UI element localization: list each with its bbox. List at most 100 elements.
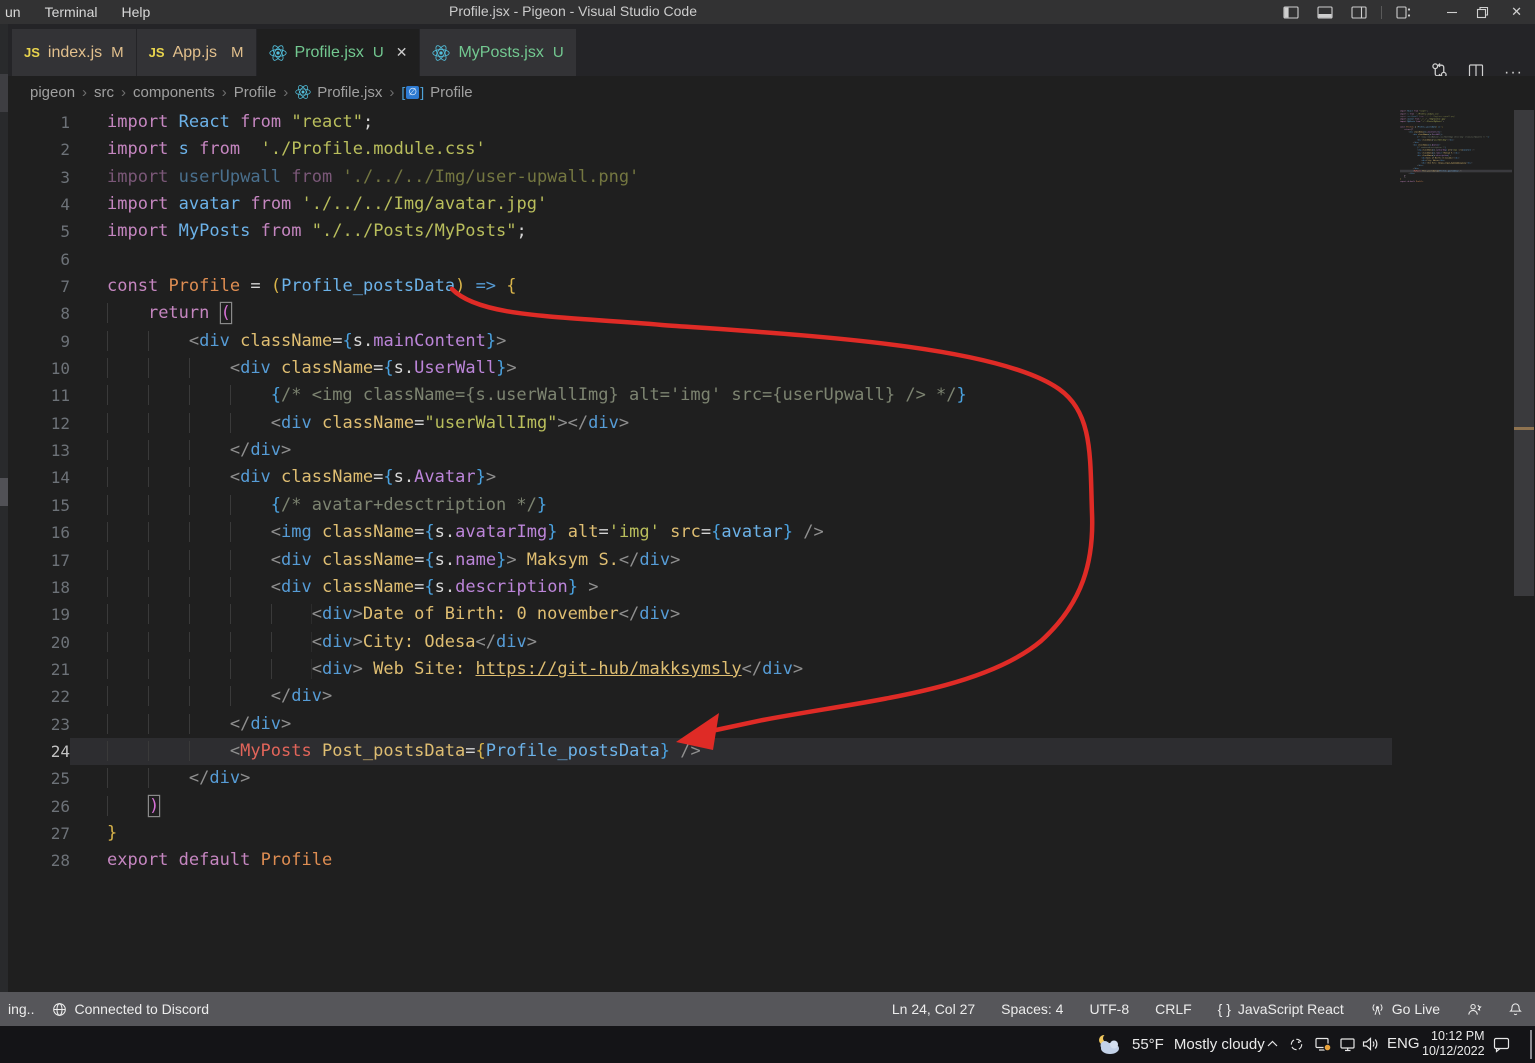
- line-number: 18: [8, 573, 70, 602]
- line-number: 23: [8, 710, 70, 738]
- toggle-secondary-sidebar-icon[interactable]: [1351, 5, 1367, 19]
- line-number: 22: [8, 683, 70, 711]
- tray-capture-icon[interactable]: [1289, 1037, 1304, 1052]
- clock[interactable]: 10:12 PM 10/12/2022: [1422, 1029, 1485, 1059]
- show-desktop-divider[interactable]: [1530, 1030, 1532, 1059]
- language-mode[interactable]: { } JavaScript React: [1218, 1001, 1344, 1017]
- globe-icon: [52, 1002, 67, 1017]
- weather-widget[interactable]: 55°F Mostly cloudy: [1094, 1032, 1265, 1057]
- close-window-icon[interactable]: ✕: [1511, 4, 1522, 20]
- code-line-17[interactable]: 17 <div className={s.name}> Maksym S.</d…: [8, 546, 1392, 574]
- line-number: 3: [8, 163, 70, 192]
- line-number: 17: [8, 546, 70, 574]
- cursor-position[interactable]: Ln 24, Col 27: [892, 1001, 975, 1017]
- tray-chevron-up-icon[interactable]: [1266, 1039, 1279, 1048]
- git-status-badge: M: [111, 44, 124, 61]
- code-line-21[interactable]: 21 <div> Web Site: https://git-hub/makks…: [8, 655, 1392, 684]
- network-icon[interactable]: [1339, 1036, 1357, 1053]
- code-line-4[interactable]: 4 import avatar from './../../Img/avatar.…: [8, 191, 1392, 219]
- code-line-8[interactable]: 8 return (: [8, 300, 1392, 328]
- tray-device-icon[interactable]: [1314, 1036, 1332, 1053]
- minimap[interactable]: import React from "react"; import s from …: [1400, 110, 1512, 310]
- code-line-6[interactable]: 6: [8, 245, 1392, 274]
- status-fragment[interactable]: ing..: [8, 1001, 34, 1017]
- weather-condition: Mostly cloudy: [1173, 1036, 1265, 1053]
- code-line-9[interactable]: 9 <div className={s.mainContent}>: [8, 327, 1392, 356]
- breadcrumb-item[interactable]: Profile: [234, 84, 277, 101]
- react-icon: [432, 44, 451, 62]
- tab-profile-jsx[interactable]: Profile.jsx U ✕: [256, 29, 421, 76]
- line-number: 9: [8, 327, 70, 356]
- tab-myposts-jsx[interactable]: MyPosts.jsx U: [420, 29, 577, 76]
- eol-sequence[interactable]: CRLF: [1155, 1001, 1192, 1017]
- chevron-right-icon: ›: [389, 83, 395, 101]
- code-line-16[interactable]: 16 <img className={s.avatarImg} alt='img…: [8, 519, 1392, 547]
- line-number: 8: [8, 300, 70, 328]
- code-editor[interactable]: 1 import React from "react"; 2 import s fro…: [8, 108, 1535, 992]
- code-line-20[interactable]: 20 <div>City: Odesa</div>: [8, 628, 1392, 656]
- line-number: 2: [8, 136, 70, 164]
- menu-help[interactable]: Help: [121, 4, 150, 20]
- tab-index-js[interactable]: JS index.js M: [12, 29, 137, 76]
- restore-icon[interactable]: [1476, 6, 1489, 19]
- tab-app-js[interactable]: JS App.js M: [136, 29, 257, 76]
- customize-layout-icon[interactable]: [1396, 5, 1412, 19]
- code-line-2[interactable]: 2 import s from './Profile.module.css': [8, 136, 1392, 164]
- divider: [1381, 5, 1383, 19]
- discord-status[interactable]: Connected to Discord: [52, 1001, 209, 1017]
- code-line-15[interactable]: 15 {/* avatar+desctription */}: [8, 491, 1392, 520]
- code-line-23[interactable]: 23 </div>: [8, 710, 1392, 738]
- tab-label: index.js: [47, 43, 103, 61]
- tab-bar: JS index.js M JS App.js M Profile.jsx U …: [0, 24, 1535, 81]
- breadcrumb-symbol[interactable]: Profile: [430, 84, 473, 101]
- feedback-icon[interactable]: [1466, 1002, 1482, 1017]
- code-line-7[interactable]: 7 const Profile = (Profile_postsData) => …: [8, 273, 1392, 301]
- volume-icon[interactable]: [1361, 1035, 1380, 1053]
- action-center-icon[interactable]: [1492, 1036, 1511, 1053]
- code-line-24[interactable]: 24 <MyPosts Post_postsData={Profile_post…: [8, 737, 1392, 766]
- code-line-11[interactable]: 11 {/* <img className={s.userWallImg} al…: [8, 382, 1392, 410]
- indentation[interactable]: Spaces: 4: [1001, 1001, 1063, 1017]
- toggle-sidebar-icon[interactable]: [1283, 5, 1299, 19]
- braces-icon: { }: [1217, 1001, 1231, 1017]
- code-line-26[interactable]: 26 ): [8, 792, 1392, 820]
- code-line-14[interactable]: 14 <div className={s.Avatar}>: [8, 464, 1392, 492]
- code-line-1[interactable]: 1 import React from "react";: [8, 109, 1392, 137]
- breadcrumb-file[interactable]: Profile.jsx: [317, 84, 382, 101]
- encoding[interactable]: UTF-8: [1089, 1001, 1129, 1017]
- code-line-19[interactable]: 19 <div>Date of Birth: 0 november</div>: [8, 601, 1392, 629]
- breadcrumb-item[interactable]: src: [94, 84, 114, 101]
- code-line-5[interactable]: 5 import MyPosts from "./../Posts/MyPosts…: [8, 218, 1392, 246]
- toggle-panel-icon[interactable]: [1317, 5, 1333, 19]
- code-lines[interactable]: 1 import React from "react"; 2 import s fro…: [8, 109, 1392, 875]
- code-line-18[interactable]: 18 <div className={s.description} >: [8, 573, 1392, 602]
- code-line-12[interactable]: 12 <div className="userWallImg"></div>: [8, 409, 1392, 438]
- vscode-window: un Terminal Help Profile.jsx - Pigeon - …: [0, 0, 1535, 1063]
- code-line-22[interactable]: 22 </div>: [8, 683, 1392, 711]
- scrollbar-thumb[interactable]: [1514, 110, 1534, 596]
- line-number: 10: [8, 355, 70, 383]
- code-line-25[interactable]: 25 </div>: [8, 765, 1392, 793]
- close-tab-icon[interactable]: ✕: [396, 44, 408, 61]
- menu-terminal[interactable]: Terminal: [45, 4, 98, 20]
- chevron-right-icon: ›: [82, 83, 88, 101]
- git-status-badge: U: [372, 44, 384, 61]
- menu-run[interactable]: un: [5, 4, 21, 20]
- breadcrumb-item[interactable]: pigeon: [30, 84, 75, 101]
- breadcrumb-item[interactable]: components: [133, 84, 215, 101]
- line-number: 19: [8, 601, 70, 629]
- js-icon: JS: [148, 45, 165, 60]
- code-line-13[interactable]: 13 </div>: [8, 437, 1392, 465]
- line-number: 11: [8, 382, 70, 410]
- go-live-button[interactable]: Go Live: [1370, 1001, 1440, 1017]
- line-number: 5: [8, 218, 70, 246]
- code-line-3[interactable]: 3 import userUpwall from './../../Img/use…: [8, 163, 1392, 192]
- input-language[interactable]: ENG: [1387, 1035, 1420, 1052]
- code-line-28[interactable]: 28 export default Profile: [8, 847, 1392, 875]
- vertical-scrollbar[interactable]: [1513, 108, 1535, 992]
- minimize-icon[interactable]: [1446, 6, 1458, 18]
- line-number: 16: [8, 519, 70, 547]
- code-line-27[interactable]: 27}: [8, 819, 1392, 848]
- notifications-bell-icon[interactable]: [1508, 1002, 1523, 1017]
- code-line-10[interactable]: 10 <div className={s.UserWall}>: [8, 355, 1392, 383]
